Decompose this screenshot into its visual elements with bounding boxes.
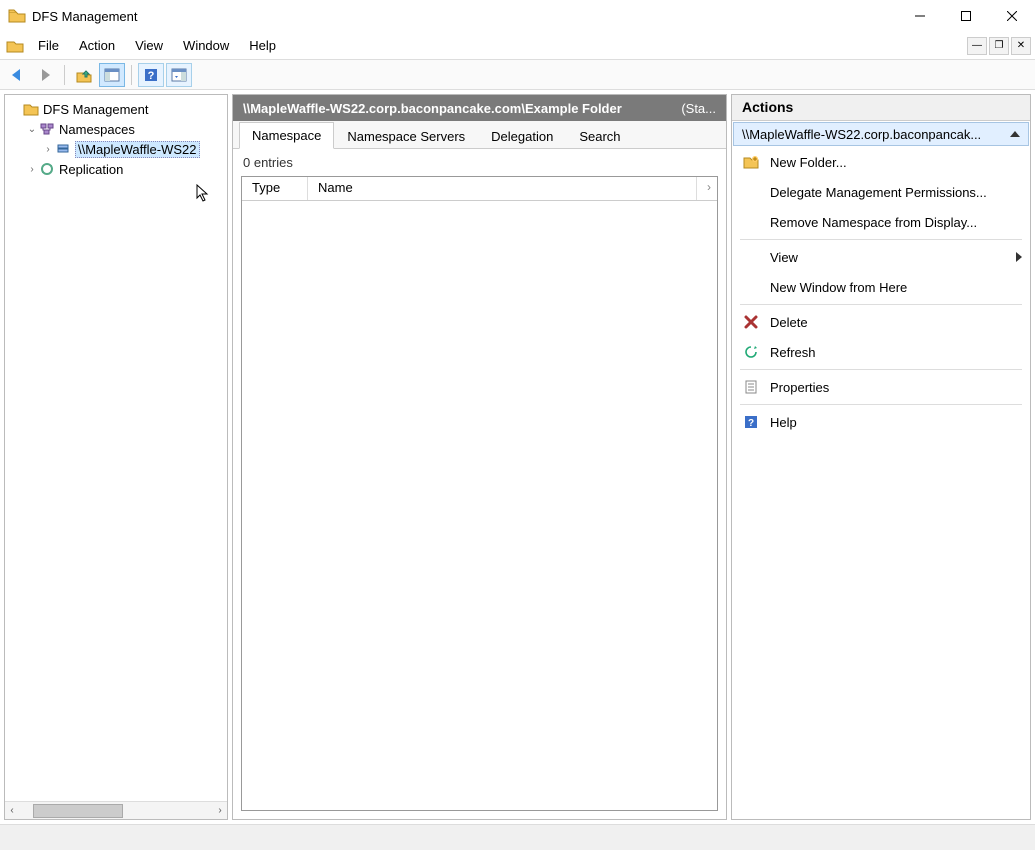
actions-context-header[interactable]: \\MapleWaffle-WS22.corp.baconpancak... bbox=[733, 122, 1029, 146]
window-title: DFS Management bbox=[32, 9, 897, 24]
scroll-left-icon[interactable]: ‹ bbox=[5, 804, 19, 818]
action-refresh[interactable]: Refresh bbox=[732, 337, 1030, 367]
show-hide-action-button[interactable] bbox=[166, 63, 192, 87]
action-remove-namespace[interactable]: Remove Namespace from Display... bbox=[732, 207, 1030, 237]
title-bar: DFS Management bbox=[0, 0, 1035, 32]
app-menu-icon bbox=[6, 38, 24, 54]
separator bbox=[740, 239, 1022, 240]
header-status: (Sta... bbox=[681, 101, 716, 116]
tab-search[interactable]: Search bbox=[566, 123, 633, 149]
menu-window[interactable]: Window bbox=[173, 34, 239, 57]
menu-bar: File Action View Window Help — ❐ ✕ bbox=[0, 32, 1035, 60]
mdi-minimize-button[interactable]: — bbox=[967, 37, 987, 55]
separator bbox=[740, 404, 1022, 405]
action-view[interactable]: View bbox=[732, 242, 1030, 272]
toolbar: ? bbox=[0, 60, 1035, 90]
scroll-thumb[interactable] bbox=[33, 804, 123, 818]
expander-closed-icon[interactable]: › bbox=[25, 162, 39, 176]
svg-text:?: ? bbox=[148, 70, 155, 82]
toolbar-separator-2 bbox=[131, 65, 132, 85]
column-name[interactable]: Name bbox=[308, 177, 697, 200]
maximize-button[interactable] bbox=[943, 0, 989, 32]
menu-file[interactable]: File bbox=[28, 34, 69, 57]
action-help[interactable]: ? Help bbox=[732, 407, 1030, 437]
tab-namespace-servers[interactable]: Namespace Servers bbox=[334, 123, 478, 149]
blank-icon bbox=[742, 248, 760, 266]
collapse-up-icon bbox=[1010, 131, 1020, 137]
tree-root[interactable]: DFS Management bbox=[9, 99, 227, 119]
menu-help[interactable]: Help bbox=[239, 34, 286, 57]
namespaces-icon bbox=[39, 121, 55, 137]
action-properties[interactable]: Properties bbox=[732, 372, 1030, 402]
column-overflow[interactable]: › bbox=[697, 177, 717, 200]
blank-icon bbox=[742, 183, 760, 201]
menu-view[interactable]: View bbox=[125, 34, 173, 57]
actions-context-label: \\MapleWaffle-WS22.corp.baconpancak... bbox=[742, 127, 1006, 142]
expander-icon bbox=[9, 102, 23, 116]
tab-bar: Namespace Namespace Servers Delegation S… bbox=[233, 121, 726, 149]
action-new-window[interactable]: New Window from Here bbox=[732, 272, 1030, 302]
separator bbox=[740, 304, 1022, 305]
entries-table: Type Name › bbox=[241, 176, 718, 811]
properties-icon bbox=[742, 378, 760, 396]
folder-icon bbox=[23, 101, 39, 117]
actions-title: Actions bbox=[732, 95, 1030, 121]
tree-server-label: \\MapleWaffle-WS22 bbox=[75, 141, 200, 158]
replication-icon bbox=[39, 161, 55, 177]
tree-server[interactable]: › \\MapleWaffle-WS22 bbox=[9, 139, 227, 159]
blank-icon bbox=[742, 278, 760, 296]
action-delegate-permissions[interactable]: Delegate Management Permissions... bbox=[732, 177, 1030, 207]
up-button[interactable] bbox=[71, 63, 97, 87]
center-header: \\MapleWaffle-WS22.corp.baconpancake.com… bbox=[233, 95, 726, 121]
forward-button[interactable] bbox=[32, 63, 58, 87]
menu-action[interactable]: Action bbox=[69, 34, 125, 57]
refresh-icon bbox=[742, 343, 760, 361]
center-panel: \\MapleWaffle-WS22.corp.baconpancake.com… bbox=[232, 94, 727, 820]
tree-replication-label: Replication bbox=[59, 162, 123, 177]
delete-icon bbox=[742, 313, 760, 331]
tree-root-label: DFS Management bbox=[43, 102, 149, 117]
svg-text:?: ? bbox=[748, 418, 754, 429]
tab-delegation[interactable]: Delegation bbox=[478, 123, 566, 149]
tree-namespaces-label: Namespaces bbox=[59, 122, 135, 137]
mdi-close-button[interactable]: ✕ bbox=[1011, 37, 1031, 55]
scroll-right-icon[interactable]: › bbox=[213, 804, 227, 818]
entries-count: 0 entries bbox=[233, 149, 726, 176]
horizontal-scrollbar[interactable]: ‹ › bbox=[5, 801, 227, 819]
tree-replication[interactable]: › Replication bbox=[9, 159, 227, 179]
tab-namespace[interactable]: Namespace bbox=[239, 122, 334, 149]
toolbar-separator bbox=[64, 65, 65, 85]
show-hide-tree-button[interactable] bbox=[99, 63, 125, 87]
minimize-button[interactable] bbox=[897, 0, 943, 32]
tree-namespaces[interactable]: ⌄ Namespaces bbox=[9, 119, 227, 139]
submenu-arrow-icon bbox=[1016, 252, 1022, 262]
action-delete[interactable]: Delete bbox=[732, 307, 1030, 337]
back-button[interactable] bbox=[4, 63, 30, 87]
new-folder-icon bbox=[742, 153, 760, 171]
server-icon bbox=[55, 141, 71, 157]
separator bbox=[740, 369, 1022, 370]
expander-open-icon[interactable]: ⌄ bbox=[25, 122, 39, 136]
app-icon bbox=[8, 8, 26, 24]
tree-panel: DFS Management ⌄ Namespaces › \\MapleWaf… bbox=[4, 94, 228, 820]
expander-closed-icon[interactable]: › bbox=[41, 142, 55, 156]
action-new-folder[interactable]: New Folder... bbox=[732, 147, 1030, 177]
mdi-restore-button[interactable]: ❐ bbox=[989, 37, 1009, 55]
status-bar bbox=[0, 824, 1035, 850]
column-type[interactable]: Type bbox=[242, 177, 308, 200]
close-button[interactable] bbox=[989, 0, 1035, 32]
blank-icon bbox=[742, 213, 760, 231]
help-icon: ? bbox=[742, 413, 760, 431]
header-path: \\MapleWaffle-WS22.corp.baconpancake.com… bbox=[243, 101, 671, 116]
actions-panel: Actions \\MapleWaffle-WS22.corp.baconpan… bbox=[731, 94, 1031, 820]
help-button[interactable]: ? bbox=[138, 63, 164, 87]
